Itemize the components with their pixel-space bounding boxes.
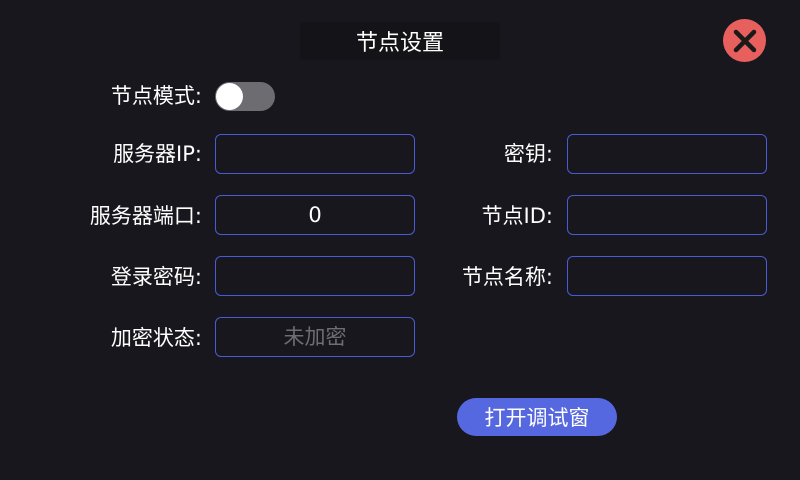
toggle-knob <box>216 83 243 110</box>
dialog-title: 节点设置 <box>300 22 500 60</box>
server-ip-field[interactable] <box>215 134 415 174</box>
login-password-label: 登录密码: <box>110 265 202 289</box>
dialog-title-text: 节点设置 <box>355 31 444 56</box>
node-mode-label: 节点模式: <box>110 84 202 108</box>
server-port-label: 服务器端口: <box>89 204 202 228</box>
node-id-label: 节点ID: <box>481 204 553 228</box>
close-button[interactable] <box>723 19 766 62</box>
close-icon <box>733 29 756 52</box>
secret-key-label: 密钥: <box>503 142 553 166</box>
encryption-status-field: 未加密 <box>215 317 415 357</box>
server-port-field[interactable]: 0 <box>215 195 415 235</box>
open-debug-button[interactable]: 打开调试窗 <box>457 398 617 436</box>
server-ip-label: 服务器IP: <box>113 142 202 166</box>
encryption-status-label: 加密状态: <box>110 326 202 350</box>
open-debug-label: 打开调试窗 <box>484 406 590 430</box>
node-name-field[interactable] <box>567 256 767 296</box>
node-id-field[interactable] <box>567 195 767 235</box>
node-name-label: 节点名称: <box>461 265 553 289</box>
login-password-field[interactable] <box>215 256 415 296</box>
node-mode-toggle[interactable] <box>215 82 275 111</box>
secret-key-field[interactable] <box>567 134 767 174</box>
